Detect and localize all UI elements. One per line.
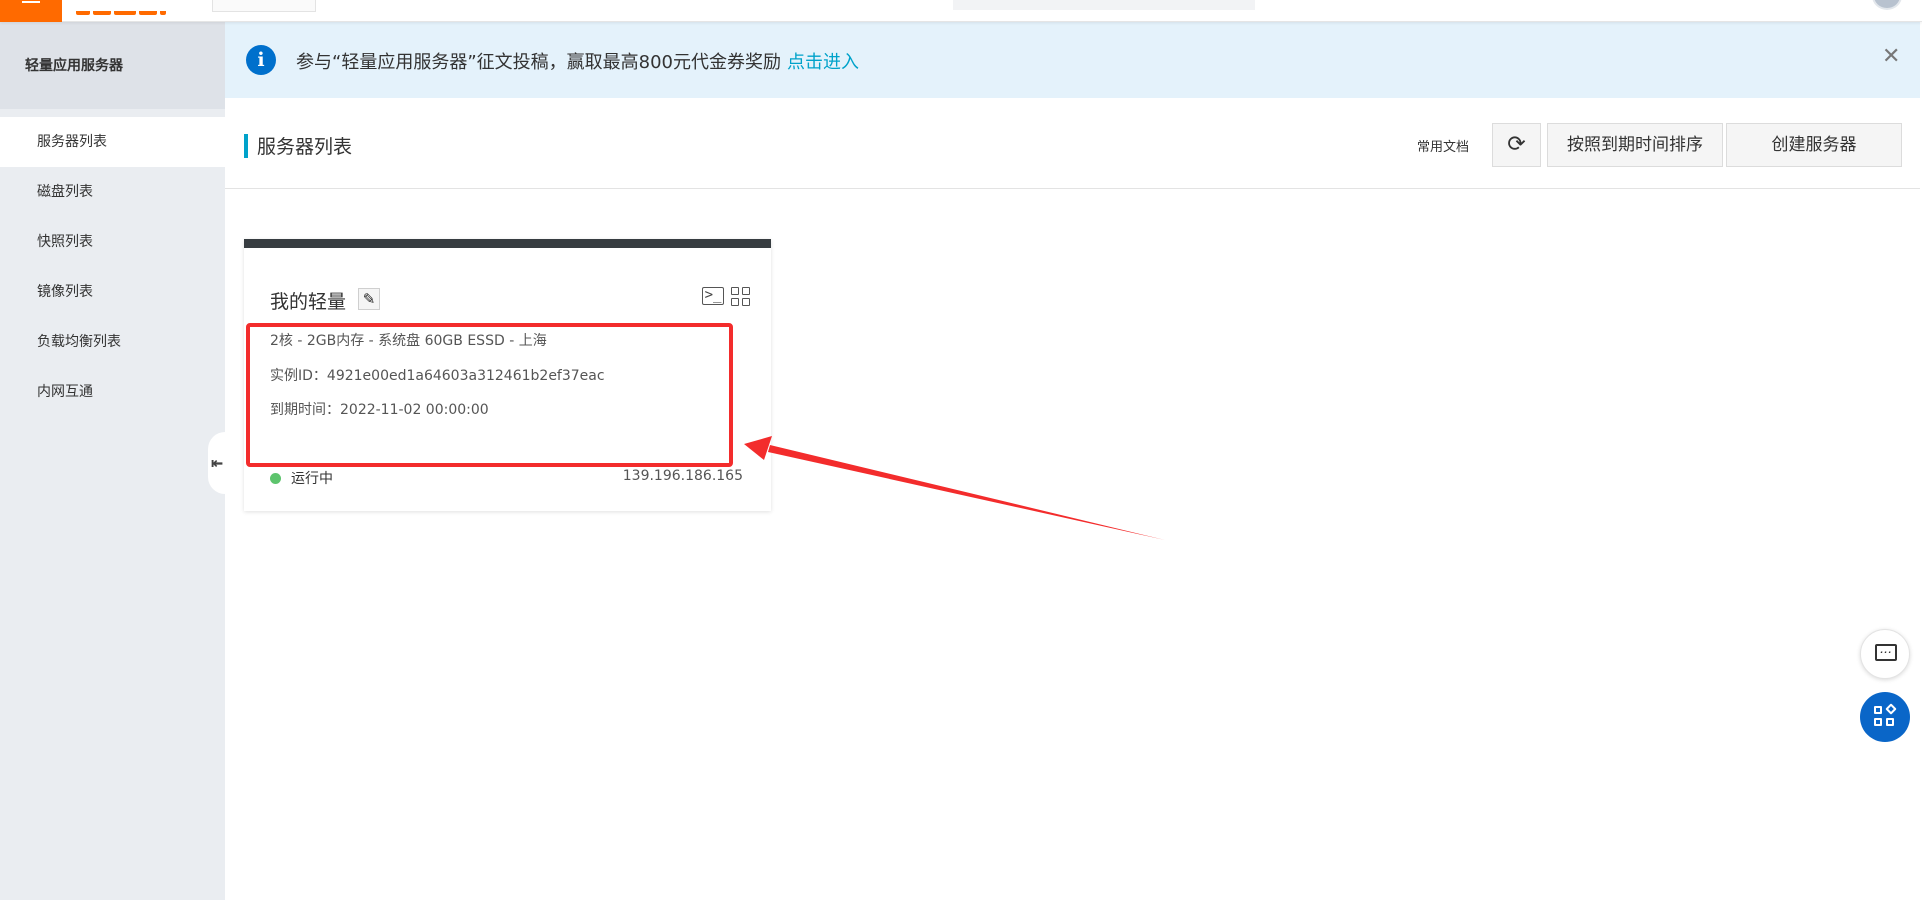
top-bar: [0, 0, 1922, 22]
status-badge: 运行中: [270, 468, 333, 488]
chat-icon: ···: [1875, 644, 1897, 661]
search-input[interactable]: [953, 0, 1255, 10]
close-icon[interactable]: ✕: [1882, 44, 1900, 69]
info-icon: i: [246, 45, 276, 75]
chat-button[interactable]: ···: [1860, 629, 1910, 679]
apps-button[interactable]: [1860, 692, 1910, 742]
collapse-icon: ⇤: [211, 450, 224, 474]
refresh-button[interactable]: ⟳: [1492, 123, 1541, 167]
notice-message: 参与“轻量应用服务器”征文投稿，赢取最高800元代金券奖励 点击进入: [296, 48, 859, 74]
sidebar-item-disks[interactable]: 磁盘列表: [0, 167, 225, 217]
sidebar-item-images[interactable]: 镜像列表: [0, 267, 225, 317]
title-accent-bar: [244, 134, 248, 158]
annotation-highlight-box: [246, 323, 733, 467]
page-title: 服务器列表: [257, 136, 353, 158]
notice-text: 参与“轻量应用服务器”征文投稿，赢取最高800元代金券奖励: [296, 52, 782, 73]
docs-link[interactable]: 常用文档: [1417, 136, 1469, 155]
sort-by-expiry-button[interactable]: 按照到期时间排序: [1547, 123, 1723, 167]
pencil-icon[interactable]: ✎: [358, 288, 380, 310]
refresh-icon: ⟳: [1507, 132, 1526, 157]
create-server-button[interactable]: 创建服务器: [1726, 123, 1902, 167]
sidebar: 轻量应用服务器 服务器列表 磁盘列表 快照列表 镜像列表 负载均衡列表 内网互通: [0, 22, 225, 900]
public-ip: 139.196.186.165: [622, 468, 743, 484]
brand-logo[interactable]: [76, 0, 196, 15]
grid-icon[interactable]: [731, 287, 751, 307]
sidebar-item-intranet[interactable]: 内网互通: [0, 367, 225, 417]
sidebar-item-snapshots[interactable]: 快照列表: [0, 217, 225, 267]
sidebar-title: 轻量应用服务器: [0, 22, 225, 109]
sidebar-item-load-balancers[interactable]: 负载均衡列表: [0, 317, 225, 367]
terminal-icon[interactable]: >_: [702, 287, 724, 305]
sidebar-menu: 服务器列表 磁盘列表 快照列表 镜像列表 负载均衡列表 内网互通: [0, 117, 225, 417]
sidebar-collapse-button[interactable]: ⇤: [208, 432, 225, 494]
menu-icon[interactable]: [0, 0, 62, 22]
workspace-selector[interactable]: [212, 0, 316, 12]
page-header: 服务器列表 常用文档 ⟳ 按照到期时间排序 创建服务器: [225, 98, 1920, 189]
notice-link[interactable]: 点击进入: [787, 52, 859, 73]
notice-banner: i 参与“轻量应用服务器”征文投稿，赢取最高800元代金券奖励 点击进入 ✕: [225, 22, 1920, 98]
sidebar-item-servers[interactable]: 服务器列表: [0, 117, 225, 167]
status-text: 运行中: [291, 471, 333, 487]
server-name: 我的轻量: [270, 291, 347, 313]
status-dot: [270, 473, 281, 484]
avatar[interactable]: [1872, 0, 1902, 10]
